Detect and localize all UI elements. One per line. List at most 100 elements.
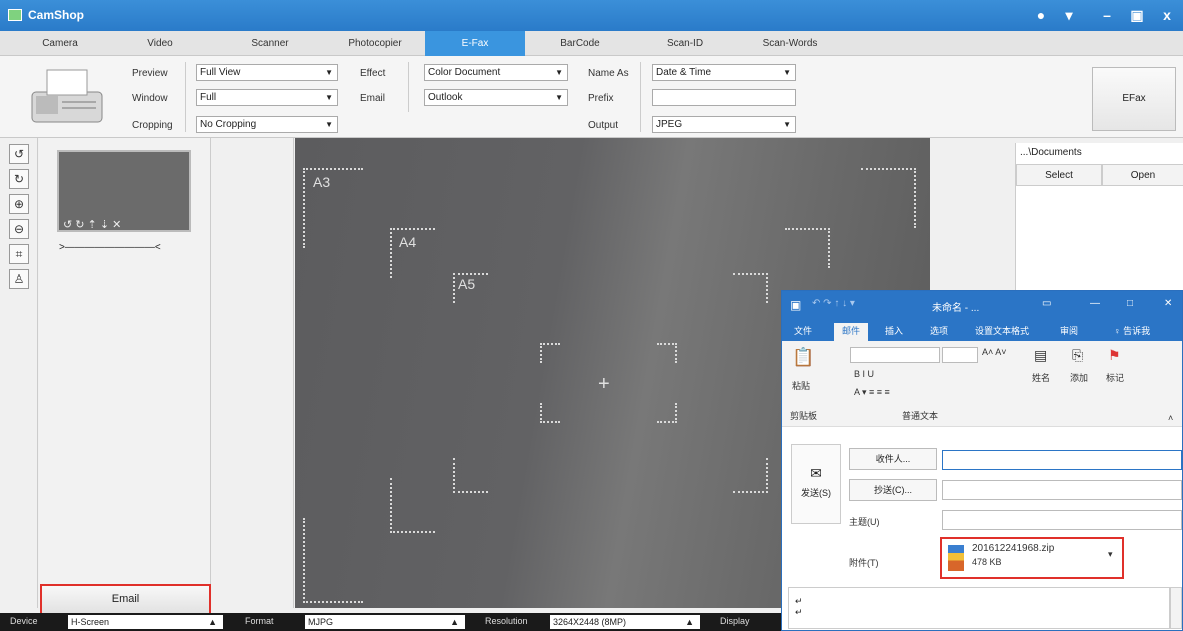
cc-field[interactable]: [942, 480, 1182, 500]
device-label: Device: [10, 616, 38, 626]
format-value: MJPG: [308, 617, 334, 627]
thumbnail-actions[interactable]: ↺ ↻ ⇡ ⇣ ✕: [63, 218, 121, 231]
chevron-down-icon[interactable]: ▾: [1108, 549, 1113, 560]
maximize-button[interactable]: ▣: [1126, 6, 1148, 24]
ol-minimize-button[interactable]: —: [1090, 298, 1100, 309]
tab-scan-id[interactable]: Scan-ID: [635, 31, 735, 56]
save-icon[interactable]: ▣: [790, 298, 801, 312]
center-corner-br: [657, 403, 677, 423]
paste-label[interactable]: 粘贴: [792, 379, 810, 392]
stamp-icon[interactable]: ♙: [9, 269, 29, 289]
device-select[interactable]: H-Screen ▲: [68, 615, 223, 629]
zip-file-icon: [948, 545, 964, 571]
ol-tab-message[interactable]: 邮件: [834, 323, 868, 341]
output-select[interactable]: JPEG ▼: [652, 116, 796, 133]
select-button[interactable]: Select: [1016, 164, 1102, 186]
undo-redo-icons[interactable]: ↶ ↷ ↑ ↓ ▾: [812, 298, 855, 309]
resolution-select[interactable]: 3264X2448 (8MP) ▲: [550, 615, 700, 629]
scrollbar[interactable]: [1170, 587, 1182, 629]
help-icon[interactable]: ●: [1030, 6, 1052, 24]
window-select[interactable]: Full ▼: [196, 89, 338, 106]
attachment-item[interactable]: 201612241968.zip 478 KB ▾: [940, 537, 1124, 579]
preview-select[interactable]: Full View ▼: [196, 64, 338, 81]
nameas-label: Name As: [588, 68, 629, 79]
collapse-ribbon-icon[interactable]: ˄: [1168, 413, 1173, 423]
ol-close-button[interactable]: ✕: [1164, 298, 1172, 309]
a5-frame-bottom: [453, 458, 488, 493]
grow-font-icon[interactable]: A˄ A˅: [982, 347, 1007, 357]
output-value: JPEG: [656, 119, 683, 130]
ol-tab-review[interactable]: 审阅: [1054, 323, 1084, 341]
cropping-label: Cropping: [132, 120, 173, 131]
tab-photocopier[interactable]: Photocopier: [325, 31, 425, 56]
font-family-select[interactable]: [850, 347, 940, 363]
ribbon-display-icon[interactable]: ▭: [1042, 298, 1051, 309]
bold-italic-underline[interactable]: B I U: [854, 369, 874, 379]
efax-button[interactable]: EFax: [1092, 67, 1176, 131]
chevron-down-icon: ▼: [555, 93, 563, 102]
center-corner-bl: [540, 403, 560, 423]
message-body[interactable]: ↵ ↵: [788, 587, 1170, 629]
font-color-icon[interactable]: A ▾ ≡ ≡ ≡: [854, 387, 890, 398]
email-button[interactable]: Email: [40, 584, 211, 615]
tab-scanner[interactable]: Scanner: [215, 31, 325, 56]
tab-barcode[interactable]: BarCode: [530, 31, 630, 56]
divider: [185, 62, 186, 132]
font-size-select[interactable]: [942, 347, 978, 363]
left-toolbar: ↺ ↻ ⊕ ⊖ ⌗ ♙: [0, 138, 38, 608]
ol-tab-insert[interactable]: 插入: [877, 323, 911, 341]
open-button[interactable]: Open: [1102, 164, 1183, 186]
middle-panel: [212, 138, 294, 608]
dropdown-icon[interactable]: ▾: [1058, 6, 1080, 24]
subject-field[interactable]: [942, 510, 1182, 530]
ol-tab-format-text[interactable]: 设置文本格式: [962, 323, 1042, 341]
zoom-out-icon[interactable]: ⊖: [9, 219, 29, 239]
a3-frame: [303, 168, 363, 248]
chevron-up-icon: ▲: [685, 617, 694, 627]
tab-video[interactable]: Video: [110, 31, 210, 56]
email-select[interactable]: Outlook ▼: [424, 89, 568, 106]
a4-frame-corner: [785, 228, 830, 268]
thumbnail-size-slider[interactable]: >—————————<: [59, 242, 193, 253]
nameas-select[interactable]: Date & Time ▼: [652, 64, 796, 81]
send-button[interactable]: ✉ 发送(S): [791, 444, 841, 524]
title-bar: CamShop ● ▾ – ▣ x: [0, 0, 1183, 31]
attachment-size: 478 KB: [972, 557, 1002, 567]
ol-tab-file[interactable]: 文件: [788, 323, 818, 341]
ol-tab-tell-me[interactable]: ♀ 告诉我: [1102, 323, 1162, 341]
rotate-left-icon[interactable]: ↺: [9, 144, 29, 164]
fit-screen-icon[interactable]: ⌗: [9, 244, 29, 264]
minimize-button[interactable]: –: [1096, 6, 1118, 24]
add-label[interactable]: 添加: [1070, 371, 1088, 384]
rotate-right-icon[interactable]: ↻: [9, 169, 29, 189]
outlook-title: 未命名 - ...: [932, 303, 980, 314]
paste-icon[interactable]: 📋: [792, 347, 814, 368]
flag-icon[interactable]: ⚑: [1108, 347, 1121, 364]
preview-label: Preview: [132, 68, 168, 79]
outlook-title-bar: ▣ ↶ ↷ ↑ ↓ ▾ 未命名 - ... ▭ — □ ✕: [782, 291, 1182, 319]
ol-maximize-button[interactable]: □: [1127, 298, 1133, 309]
attach-icon[interactable]: ⎘: [1072, 347, 1083, 364]
address-book-icon[interactable]: ▤: [1034, 347, 1047, 364]
resolution-label: Resolution: [485, 616, 528, 626]
cc-button[interactable]: 抄送(C)...: [849, 479, 937, 501]
send-icon: ✉: [810, 465, 822, 481]
outlook-compose-window: ▣ ↶ ↷ ↑ ↓ ▾ 未命名 - ... ▭ — □ ✕ 文件 邮件 插入 选…: [781, 290, 1183, 631]
effect-select[interactable]: Color Document ▼: [424, 64, 568, 81]
ol-tab-options[interactable]: 选项: [922, 323, 956, 341]
zoom-in-icon[interactable]: ⊕: [9, 194, 29, 214]
tab-scan-words[interactable]: Scan-Words: [735, 31, 845, 56]
tags-label[interactable]: 标记: [1106, 371, 1124, 384]
to-button[interactable]: 收件人...: [849, 448, 937, 470]
tab-camera[interactable]: Camera: [10, 31, 110, 56]
cropping-value: No Cropping: [200, 119, 257, 130]
attach-label: 附件(T): [849, 558, 879, 568]
names-label[interactable]: 姓名: [1032, 371, 1050, 384]
close-button[interactable]: x: [1156, 6, 1178, 24]
format-select[interactable]: MJPG ▲: [305, 615, 465, 629]
cropping-select[interactable]: No Cropping ▼: [196, 116, 338, 133]
to-field[interactable]: [942, 450, 1182, 470]
prefix-input[interactable]: [652, 89, 796, 106]
outlook-ribbon: 📋 粘贴 剪贴板 A˄ A˅ B I U A ▾ ≡ ≡ ≡ 普通文本 ▤ 姓名…: [782, 341, 1182, 427]
tab-efax[interactable]: E-Fax: [425, 31, 525, 56]
